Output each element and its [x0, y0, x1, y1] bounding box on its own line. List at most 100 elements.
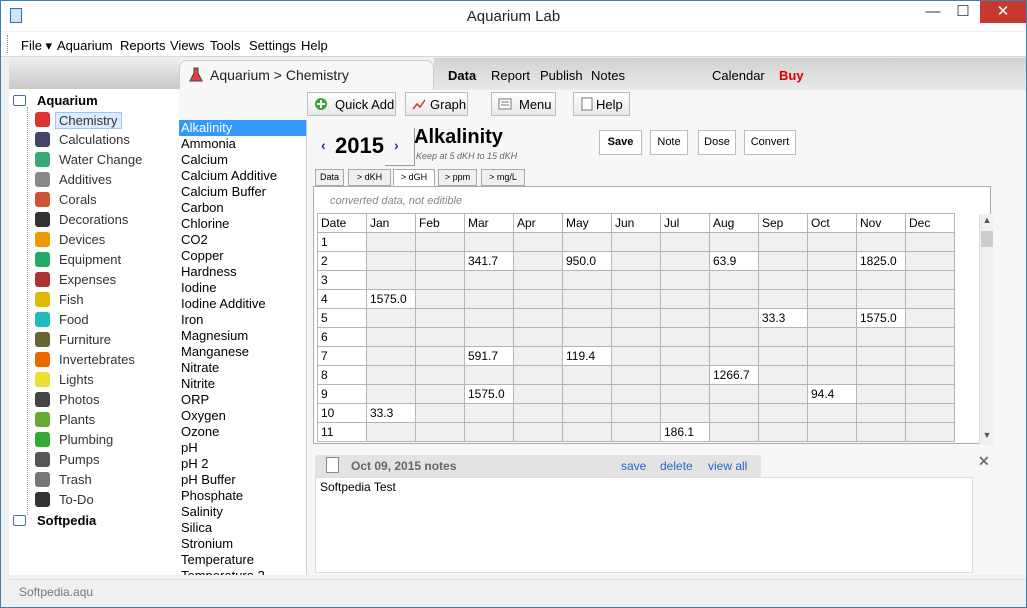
value-cell[interactable]	[513, 384, 563, 404]
chemical-item[interactable]: Temperature 2	[179, 568, 306, 575]
menu-reports[interactable]: Reports	[120, 38, 166, 53]
value-cell[interactable]	[807, 365, 857, 385]
chemical-item[interactable]: Nitrite	[179, 376, 306, 392]
value-cell[interactable]	[856, 289, 906, 309]
sidebar-item-decorations[interactable]: Decorations	[9, 210, 177, 230]
chemical-item[interactable]: Calcium Buffer	[179, 184, 306, 200]
value-cell[interactable]	[905, 232, 955, 252]
value-cell[interactable]	[905, 365, 955, 385]
value-cell[interactable]	[856, 327, 906, 347]
sidebar-item-furniture[interactable]: Furniture	[9, 330, 177, 350]
sidebar-item-equipment[interactable]: Equipment	[9, 250, 177, 270]
value-cell[interactable]	[415, 251, 465, 271]
graph-button[interactable]: Graph	[405, 92, 468, 116]
nav-data[interactable]: Data	[448, 68, 476, 83]
save-button[interactable]: Save	[599, 130, 642, 155]
help-button[interactable]: Help	[573, 92, 630, 116]
value-cell[interactable]	[611, 270, 661, 290]
value-cell[interactable]	[415, 232, 465, 252]
value-cell[interactable]	[758, 403, 808, 423]
value-cell[interactable]	[856, 422, 906, 442]
value-cell[interactable]	[562, 365, 612, 385]
value-cell[interactable]	[660, 308, 710, 328]
value-cell[interactable]	[611, 289, 661, 309]
convert-button[interactable]: Convert	[744, 130, 796, 155]
chemical-item[interactable]: ORP	[179, 392, 306, 408]
value-cell[interactable]	[611, 308, 661, 328]
value-cell[interactable]	[856, 384, 906, 404]
value-cell[interactable]	[513, 308, 563, 328]
value-cell[interactable]	[464, 270, 514, 290]
value-cell[interactable]	[366, 270, 416, 290]
value-cell[interactable]	[758, 422, 808, 442]
sidebar-item-plants[interactable]: Plants	[9, 410, 177, 430]
value-cell[interactable]	[709, 384, 759, 404]
value-cell[interactable]	[562, 308, 612, 328]
value-cell[interactable]	[366, 327, 416, 347]
chemical-item[interactable]: Calcium	[179, 152, 306, 168]
value-cell[interactable]: 1575.0	[464, 384, 514, 404]
value-cell[interactable]	[366, 308, 416, 328]
menu-views[interactable]: Views	[170, 38, 204, 53]
menu-help[interactable]: Help	[301, 38, 328, 53]
value-cell[interactable]	[366, 232, 416, 252]
value-cell[interactable]	[856, 365, 906, 385]
chemical-item[interactable]: Silica	[179, 520, 306, 536]
chemical-item[interactable]: Alkalinity	[179, 120, 306, 136]
chemical-item[interactable]: Phosphate	[179, 488, 306, 504]
value-cell[interactable]	[611, 403, 661, 423]
chemical-item[interactable]: Iron	[179, 312, 306, 328]
value-cell[interactable]	[856, 403, 906, 423]
value-cell[interactable]	[660, 403, 710, 423]
value-cell[interactable]	[562, 422, 612, 442]
value-cell[interactable]	[513, 403, 563, 423]
value-cell[interactable]	[513, 346, 563, 366]
value-cell[interactable]	[464, 365, 514, 385]
menu-settings[interactable]: Settings	[249, 38, 296, 53]
chemical-item[interactable]: Ammonia	[179, 136, 306, 152]
value-cell[interactable]	[366, 422, 416, 442]
value-cell[interactable]	[905, 384, 955, 404]
value-cell[interactable]	[905, 327, 955, 347]
sidebar-item-expenses[interactable]: Expenses	[9, 270, 177, 290]
value-cell[interactable]	[611, 251, 661, 271]
tab-ppm[interactable]: > ppm	[438, 169, 477, 186]
sidebar-item-photos[interactable]: Photos	[9, 390, 177, 410]
value-cell[interactable]	[709, 327, 759, 347]
value-cell[interactable]	[905, 251, 955, 271]
nav-publish[interactable]: Publish	[540, 68, 583, 83]
value-cell[interactable]	[709, 270, 759, 290]
value-cell[interactable]	[660, 346, 710, 366]
value-cell[interactable]	[513, 327, 563, 347]
sidebar-item-corals[interactable]: Corals	[9, 190, 177, 210]
value-cell[interactable]	[709, 346, 759, 366]
chemical-item[interactable]: pH Buffer	[179, 472, 306, 488]
value-cell[interactable]	[611, 384, 661, 404]
value-cell[interactable]	[660, 232, 710, 252]
value-cell[interactable]	[611, 346, 661, 366]
value-cell[interactable]	[415, 270, 465, 290]
sidebar-item-chemistry[interactable]: Chemistry	[9, 110, 177, 130]
chemical-item[interactable]: Salinity	[179, 504, 306, 520]
notes-view-all-link[interactable]: view all	[708, 459, 747, 473]
value-cell[interactable]	[415, 289, 465, 309]
value-cell[interactable]	[660, 384, 710, 404]
value-cell[interactable]	[709, 403, 759, 423]
sidebar-item-trash[interactable]: Trash	[9, 470, 177, 490]
value-cell[interactable]	[807, 403, 857, 423]
value-cell[interactable]	[415, 346, 465, 366]
value-cell[interactable]: 33.3	[758, 308, 808, 328]
value-cell[interactable]	[905, 270, 955, 290]
sidebar-item-plumbing[interactable]: Plumbing	[9, 430, 177, 450]
value-cell[interactable]	[660, 327, 710, 347]
value-cell[interactable]	[856, 270, 906, 290]
sidebar-item-water-change[interactable]: Water Change	[9, 150, 177, 170]
chemical-item[interactable]: Temperature	[179, 552, 306, 568]
value-cell[interactable]	[562, 270, 612, 290]
value-cell[interactable]	[562, 384, 612, 404]
minimize-button[interactable]: —	[918, 1, 948, 23]
tab-chemistry[interactable]: Aquarium > Chemistry	[179, 60, 434, 90]
chemical-item[interactable]: Nitrate	[179, 360, 306, 376]
sidebar-item-to-do[interactable]: To-Do	[9, 490, 177, 510]
value-cell[interactable]: 119.4	[562, 346, 612, 366]
